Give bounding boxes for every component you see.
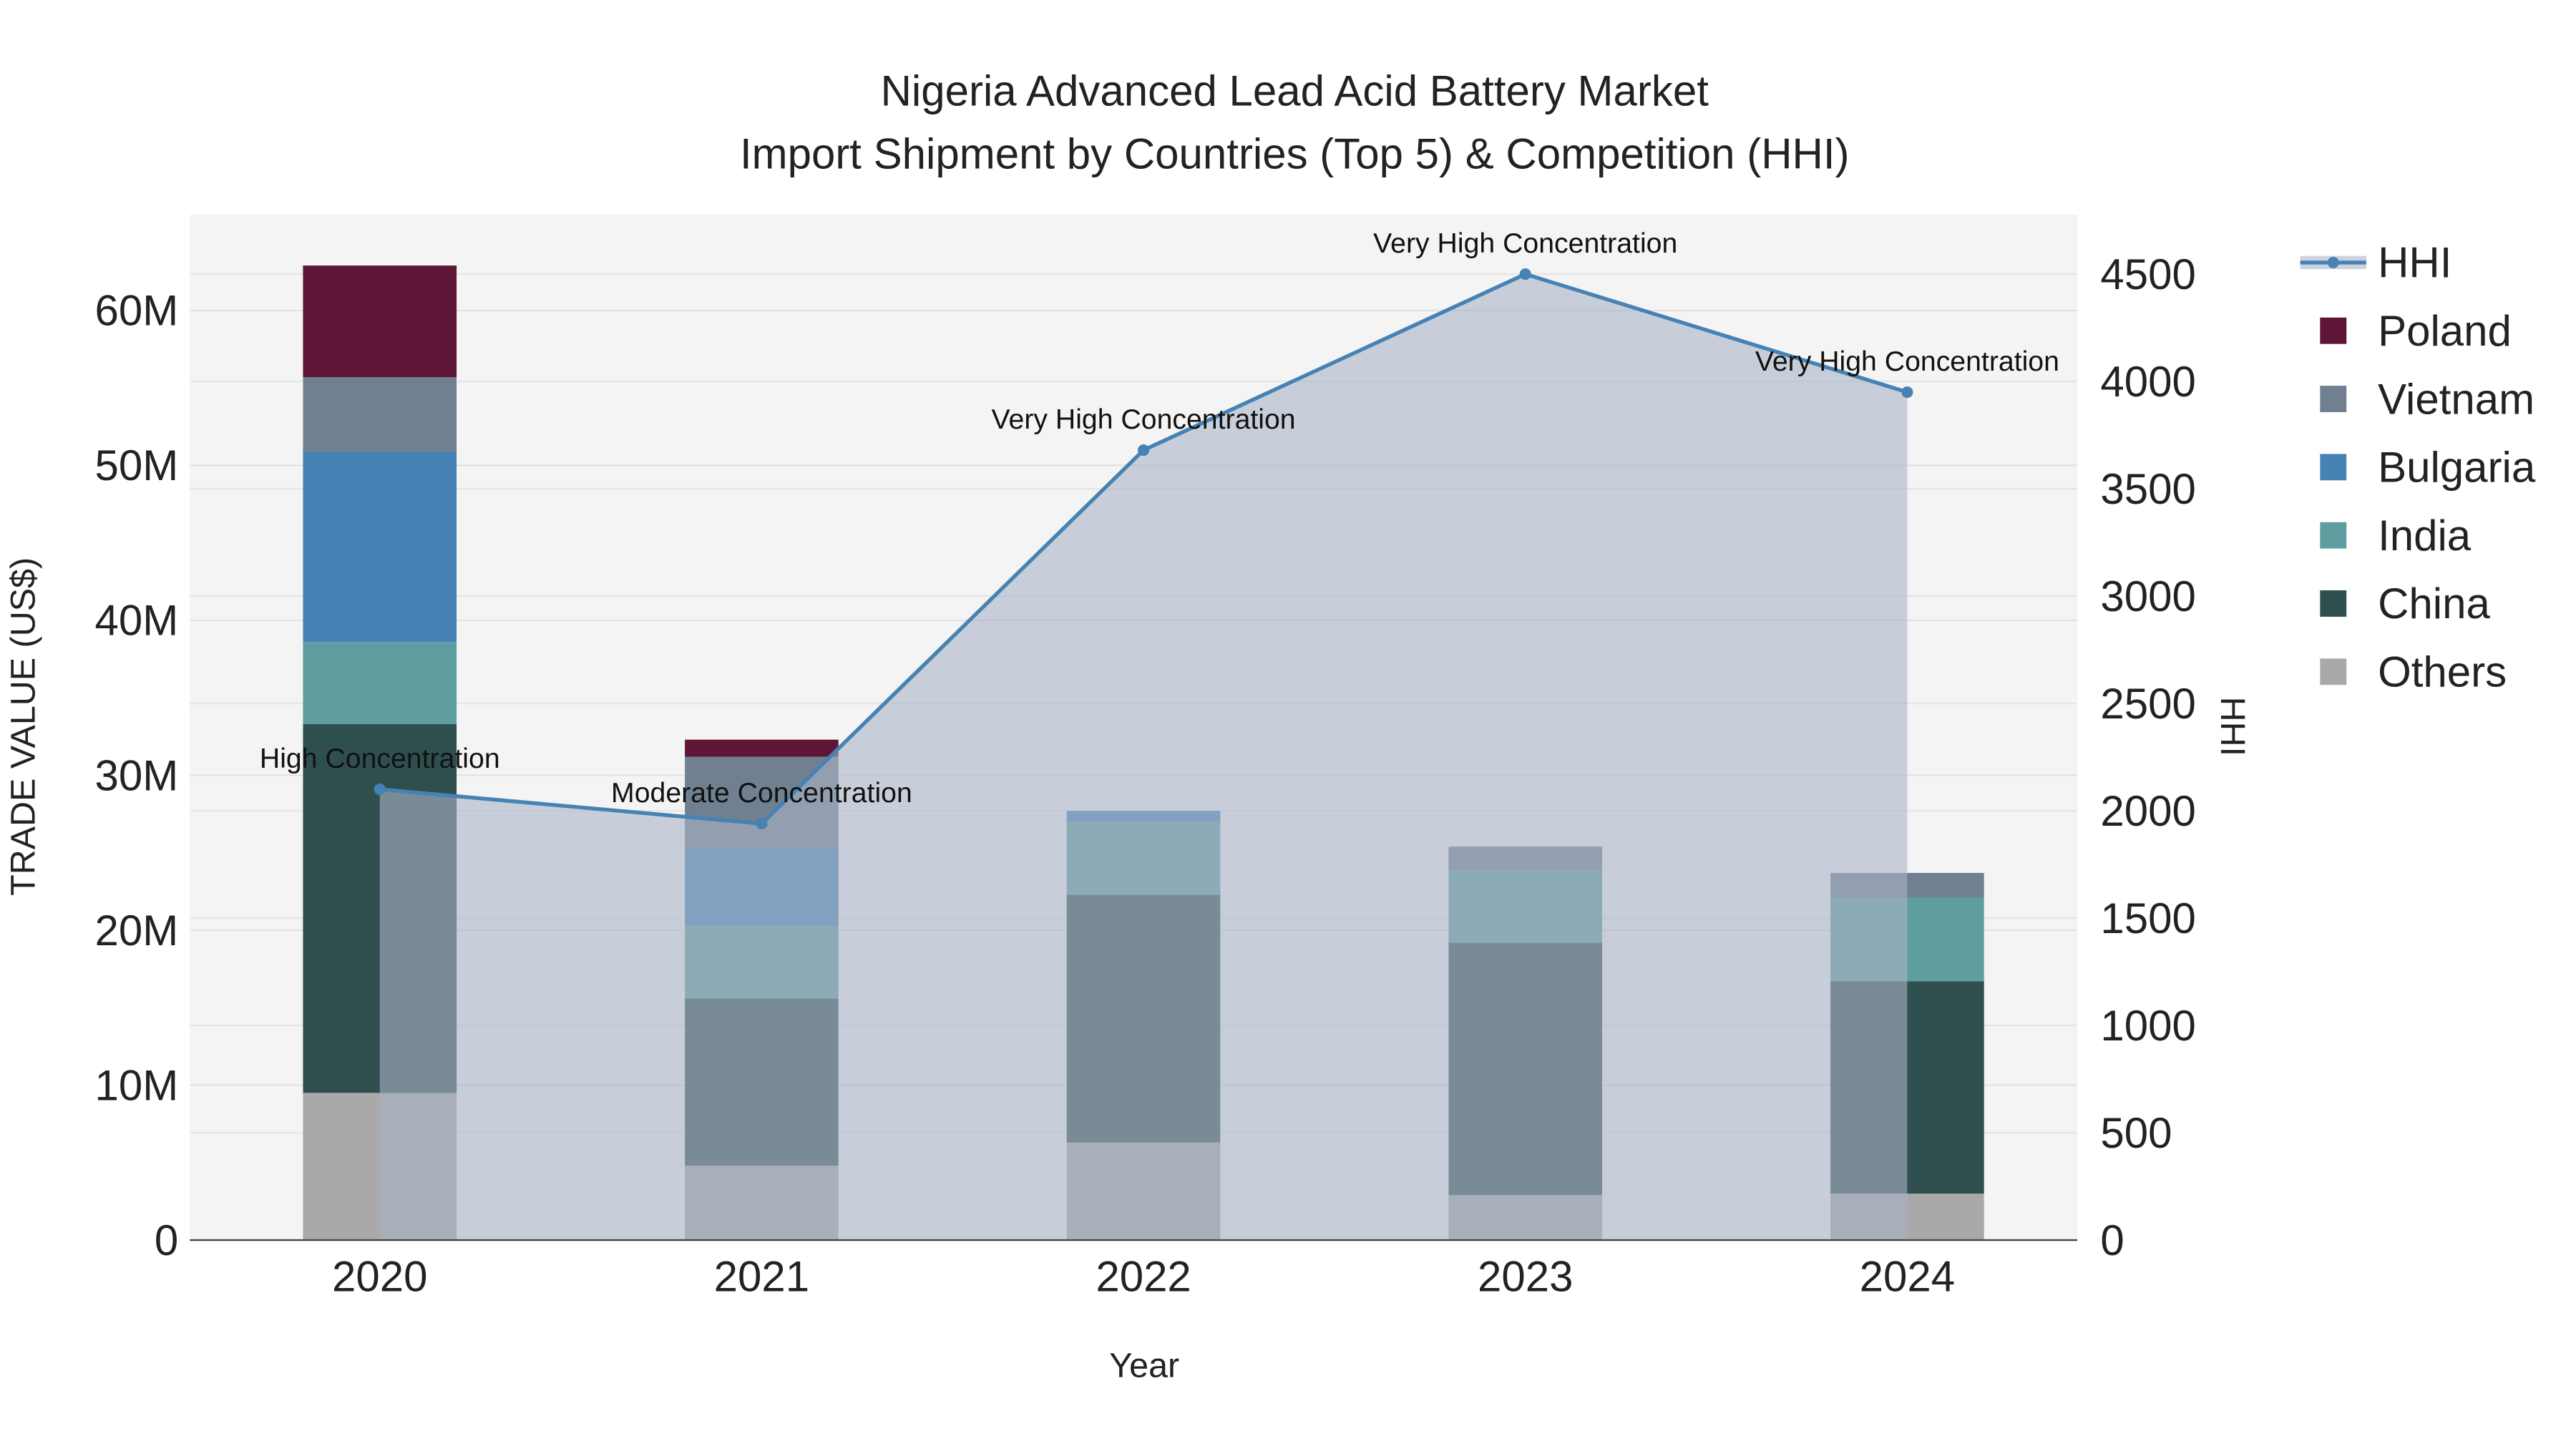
x-tick-label: 2022: [1096, 1253, 1191, 1301]
hhi-point-2020: [374, 784, 386, 796]
y2-tick-label: 4000: [2100, 358, 2195, 406]
y-tick-label: 50M: [95, 441, 179, 489]
hhi-point-2021: [756, 818, 768, 830]
legend-label-china[interactable]: China: [2378, 580, 2490, 628]
chart: High Concentration Moderate Concentration…: [0, 0, 2576, 1449]
legend-label-hhi[interactable]: HHI: [2378, 239, 2451, 287]
y-tick-label: 30M: [95, 751, 179, 799]
chart-subtitle: Import Shipment by Countries (Top 5) & C…: [740, 130, 1850, 177]
chart-title: Nigeria Advanced Lead Acid Battery Marke…: [881, 67, 1709, 115]
hhi-point-2022: [1138, 444, 1150, 457]
bar-india-2020: [303, 642, 457, 725]
legend-swatch-india: [2320, 522, 2347, 549]
legend-swatch-poland: [2320, 317, 2347, 344]
hhi-point-2023: [1519, 268, 1531, 280]
y-axis-title: TRADE VALUE (US$): [4, 557, 42, 896]
x-tick-label: 2023: [1478, 1253, 1573, 1301]
hhi-annotation: Very High Concentration: [1373, 228, 1677, 259]
bar-poland-2020: [303, 265, 457, 378]
legend-hhi-marker: [2327, 256, 2339, 268]
y-tick-label: 40M: [95, 597, 179, 645]
legend-swatch-bulgaria: [2320, 454, 2347, 481]
legend-swatch-vietnam: [2320, 386, 2347, 412]
legend-swatch-china: [2320, 590, 2347, 617]
hhi-annotation: Very High Concentration: [1755, 346, 2059, 377]
legend-label-vietnam[interactable]: Vietnam: [2378, 375, 2534, 423]
x-tick-label: 2024: [1860, 1253, 1955, 1301]
hhi-point-2024: [1901, 386, 1913, 399]
y-tick-label: 0: [155, 1216, 178, 1264]
legend-label-india[interactable]: India: [2378, 512, 2472, 560]
x-tick-label: 2020: [332, 1253, 427, 1301]
x-axis-title: Year: [1109, 1347, 1179, 1385]
y2-tick-label: 3000: [2100, 572, 2195, 620]
y2-tick-label: 500: [2100, 1109, 2172, 1157]
y2-tick-label: 0: [2100, 1216, 2124, 1264]
y2-tick-label: 3500: [2100, 465, 2195, 513]
y2-tick-label: 2000: [2100, 787, 2195, 835]
y2-tick-label: 4500: [2100, 250, 2195, 298]
legend-label-bulgaria[interactable]: Bulgaria: [2378, 444, 2536, 492]
x-tick-label: 2021: [714, 1253, 809, 1301]
bar-vietnam-2020: [303, 377, 457, 452]
hhi-annotation: Very High Concentration: [992, 404, 1296, 435]
y2-axis-title: HHI: [2213, 697, 2252, 756]
bar-bulgaria-2020: [303, 451, 457, 643]
y2-tick-label: 1000: [2100, 1002, 2195, 1050]
legend-label-poland[interactable]: Poland: [2378, 307, 2512, 355]
hhi-annotation: Moderate Concentration: [611, 777, 912, 809]
y-tick-label: 10M: [95, 1061, 179, 1109]
hhi-annotation: High Concentration: [260, 743, 500, 774]
bar-poland-2021: [685, 739, 839, 757]
y2-tick-label: 1500: [2100, 894, 2195, 942]
y2-tick-label: 2500: [2100, 680, 2195, 728]
y-tick-label: 60M: [95, 287, 179, 335]
legend-swatch-others: [2320, 658, 2347, 686]
legend-label-others[interactable]: Others: [2378, 648, 2507, 696]
y-tick-label: 20M: [95, 907, 179, 955]
